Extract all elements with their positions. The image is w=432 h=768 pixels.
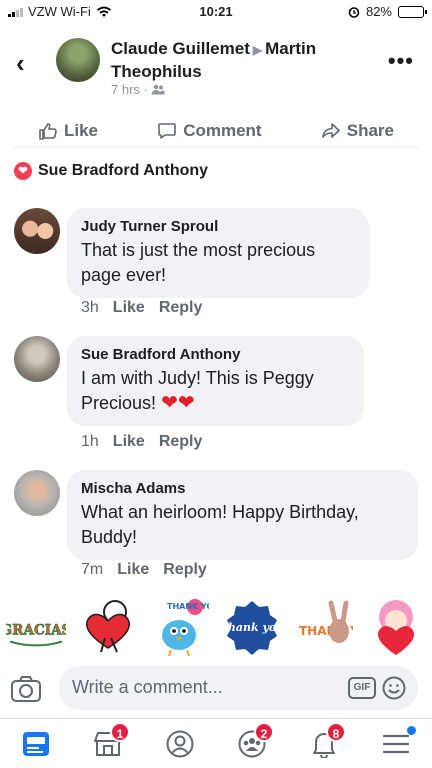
profile-icon	[166, 730, 194, 757]
thumbs-up-icon	[39, 122, 57, 140]
alarm-icon	[348, 6, 360, 18]
pink-girl-heart-sticker[interactable]	[366, 597, 426, 657]
tab-news-feed[interactable]	[16, 724, 56, 764]
share-icon	[321, 122, 340, 138]
love-reaction-icon: ❤	[14, 162, 32, 180]
comment-time: 1h	[81, 433, 99, 450]
gracias-sticker-image: GRACIAS	[6, 622, 66, 647]
tab-groups[interactable]: 2	[232, 721, 274, 764]
comment-author[interactable]: Judy Turner Sproul	[81, 218, 355, 235]
like-label: Like	[64, 120, 99, 140]
back-icon[interactable]: ‹	[16, 48, 25, 79]
comment-like-button[interactable]: Like	[113, 433, 145, 451]
thank-you-badge-sticker[interactable]: Thank you	[222, 597, 282, 657]
comment-button[interactable]: Comment	[157, 114, 262, 147]
thank-you-bunny-sticker[interactable]: THANK YOU!	[294, 597, 354, 657]
post-author-names[interactable]: Claude Guillemet ▶ Martin Theophilus	[111, 38, 381, 83]
reactor-name: Sue Bradford Anthony	[38, 162, 209, 179]
post-time: 7 hrs ·	[111, 82, 148, 97]
more-options-icon[interactable]: •••	[388, 48, 414, 74]
heart-emoji-icon: ❤❤	[161, 392, 195, 414]
battery-icon	[398, 5, 427, 18]
arrow-right-icon: ▶	[252, 43, 263, 57]
comment-like-button[interactable]: Like	[113, 299, 145, 317]
share-label: Share	[346, 120, 394, 140]
tab-bar: 1 2 8	[0, 718, 432, 768]
reaction-summary[interactable]: ❤ Sue Bradford Anthony	[14, 162, 208, 180]
status-bar: VZW Wi-Fi 10:21 82%	[0, 0, 432, 24]
marketplace-badge: 1	[110, 721, 130, 742]
post-actions: Like Comment Share	[14, 114, 418, 148]
thank-you-badge-image: Thank you	[223, 601, 281, 655]
comment-bubble: Sue Bradford Anthony I am with Judy! Thi…	[67, 336, 364, 426]
comment-text: That is just the most precious page ever…	[81, 240, 316, 285]
tab-profile[interactable]	[160, 724, 200, 764]
groups-badge: 2	[254, 721, 274, 742]
thank-you-bird-sticker[interactable]: THANK YOU!	[150, 597, 210, 657]
hamburger-menu-icon	[382, 734, 410, 753]
comment-time: 7m	[81, 561, 104, 578]
comment-label: Comment	[183, 120, 262, 140]
tab-marketplace[interactable]: 1	[88, 721, 130, 764]
comment-meta: 3h Like Reply	[81, 299, 202, 317]
comment-bubble: Judy Turner Sproul That is just the most…	[67, 208, 369, 298]
thank-you-badge-text: Thank you	[223, 621, 281, 634]
author-name[interactable]: Claude Guillemet	[111, 39, 250, 58]
tab-menu[interactable]	[376, 724, 416, 764]
like-button[interactable]: Like	[38, 114, 98, 147]
share-button[interactable]: Share	[321, 114, 394, 147]
girl-heart-image	[377, 600, 415, 655]
post-header: ‹ Claude Guillemet ▶ Martin Theophilus 7 h…	[0, 26, 432, 110]
avatar[interactable]	[14, 208, 60, 254]
heart-character-icon	[86, 600, 130, 653]
avatar[interactable]	[56, 38, 100, 82]
avatar[interactable]	[14, 336, 60, 382]
menu-notification-dot	[407, 725, 416, 735]
post-meta: 7 hrs ·	[111, 82, 165, 97]
notifications-badge: 8	[326, 721, 346, 742]
comment-author[interactable]: Mischa Adams	[81, 480, 404, 497]
comment-meta: 7m Like Reply	[81, 561, 207, 579]
comment-icon	[158, 122, 176, 139]
friends-icon	[151, 84, 165, 95]
heart-character-sticker[interactable]	[78, 597, 138, 657]
comment-reply-button[interactable]: Reply	[163, 561, 207, 579]
comment-meta: 1h Like Reply	[81, 433, 202, 451]
sticker-tray: GRACIAS THANK YOU! Thank you THANK YOU!	[0, 592, 432, 662]
camera-icon[interactable]	[10, 674, 42, 704]
comment-reply-button[interactable]: Reply	[159, 433, 203, 451]
comment-time: 3h	[81, 299, 99, 316]
comment-text-body: I am with Judy! This is Peggy Precious!	[81, 368, 314, 413]
comment-bubble: Mischa Adams What an heirloom! Happy Bir…	[67, 470, 418, 560]
gracias-sticker-text: GRACIAS	[6, 623, 66, 639]
avatar[interactable]	[14, 470, 60, 516]
tab-notifications[interactable]: 8	[304, 721, 346, 764]
comment-reply-button[interactable]: Reply	[159, 299, 203, 317]
battery-percent: 82%	[365, 4, 392, 19]
comment-text: I am with Judy! This is Peggy Precious! …	[81, 366, 350, 416]
bunny-sticker-image: THANK YOU!	[299, 600, 353, 643]
comment-text: What an heirloom! Happy Birthday, Buddy!	[81, 502, 359, 547]
comment-composer: Write a comment... GIF	[0, 666, 432, 712]
emoji-icon[interactable]	[382, 676, 406, 700]
comment-like-button[interactable]: Like	[117, 561, 149, 579]
gracias-sticker[interactable]: GRACIAS	[6, 597, 66, 657]
gif-button[interactable]: GIF	[348, 677, 376, 699]
bird-sticker-image: THANK YOU!	[162, 599, 209, 657]
news-feed-icon	[23, 731, 49, 756]
comment-author[interactable]: Sue Bradford Anthony	[81, 346, 350, 363]
bird-sticker-text: THANK YOU!	[167, 602, 209, 611]
